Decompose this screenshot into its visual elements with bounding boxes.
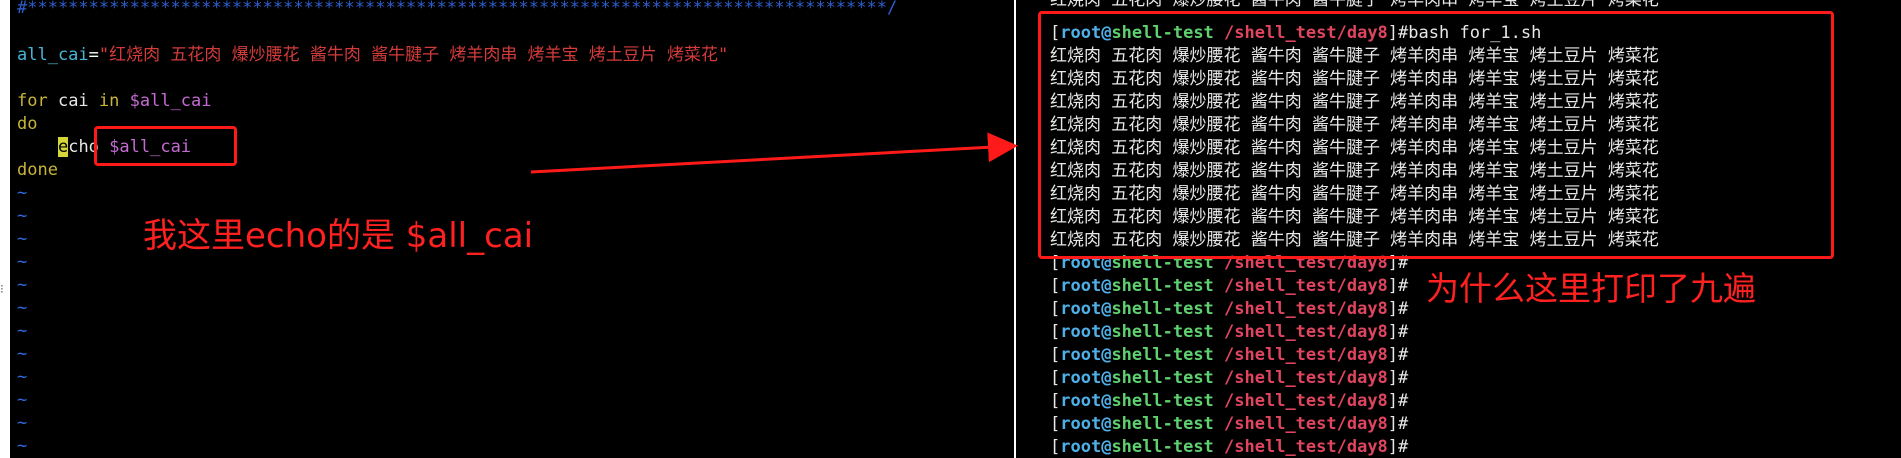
done-line: done (17, 160, 58, 180)
empty-prompt-line: [root@shell-test /shell_test/day8]# (1050, 345, 1409, 365)
assign-eq: = (88, 45, 99, 65)
vim-tilde-line: ~ (17, 321, 28, 341)
left-annotation: 我这里echo的是 $all_cai (143, 216, 534, 256)
output-highlight-box (1038, 11, 1834, 259)
gutter-mark: ⁝ (0, 282, 4, 296)
echo-indent (17, 137, 58, 157)
empty-prompt-line: [root@shell-test /shell_test/day8]# (1050, 414, 1409, 434)
comment-line: #***************************************… (17, 0, 898, 18)
vim-tilde-line: ~ (17, 229, 28, 249)
right-annotation: 为什么这里打印了九遍 (1426, 269, 1756, 308)
terminal-pane[interactable]: 红烧肉 五花肉 爆炒腰花 酱牛肉 酱牛腱子 烤羊肉串 烤羊宝 烤土豆片 烤菜花 … (1016, 0, 1901, 458)
empty-prompt-line: [root@shell-test /shell_test/day8]# (1050, 299, 1409, 319)
vim-tilde-line: ~ (17, 275, 28, 295)
vim-tilde-line: ~ (17, 367, 28, 387)
echo-highlight-box (94, 126, 237, 166)
left-gutter: ⁝ (0, 0, 10, 458)
vim-tilde-line: ~ (17, 436, 28, 456)
vim-tilde-line: ~ (17, 298, 28, 318)
vim-tilde-line: ~ (17, 183, 28, 203)
vim-tilde-line: ~ (17, 344, 28, 364)
vim-tilde-line: ~ (17, 413, 28, 433)
empty-prompt-line: [root@shell-test /shell_test/day8]# (1050, 322, 1409, 342)
empty-prompt-line: [root@shell-test /shell_test/day8]# (1050, 391, 1409, 411)
do-line: do (17, 114, 38, 134)
vim-editor-pane[interactable]: #***************************************… (10, 0, 1015, 458)
for-var: cai (47, 91, 99, 111)
for-line: for cai in $all_cai (17, 90, 212, 112)
assign-var: all_cai (17, 45, 89, 65)
text-cursor: e (57, 137, 69, 157)
empty-prompt-line: [root@shell-test /shell_test/day8]# (1050, 437, 1409, 457)
vim-tilde-line: ~ (17, 390, 28, 410)
assignment-line: all_cai="红烧肉 五花肉 爆炒腰花 酱牛肉 酱牛腱子 烤羊肉串 烤羊宝 … (17, 44, 728, 66)
vim-tilde-line: ~ (17, 206, 28, 226)
for-list: $all_cai (119, 91, 212, 111)
empty-prompt-line: [root@shell-test /shell_test/day8]# (1050, 276, 1409, 296)
in-keyword: in (98, 91, 120, 111)
empty-prompt-line: [root@shell-test /shell_test/day8]# (1050, 368, 1409, 388)
assign-value: "红烧肉 五花肉 爆炒腰花 酱牛肉 酱牛腱子 烤羊肉串 烤羊宝 烤土豆片 烤菜花… (98, 45, 729, 65)
vim-tilde-line: ~ (17, 252, 28, 272)
for-keyword: for (17, 91, 48, 111)
